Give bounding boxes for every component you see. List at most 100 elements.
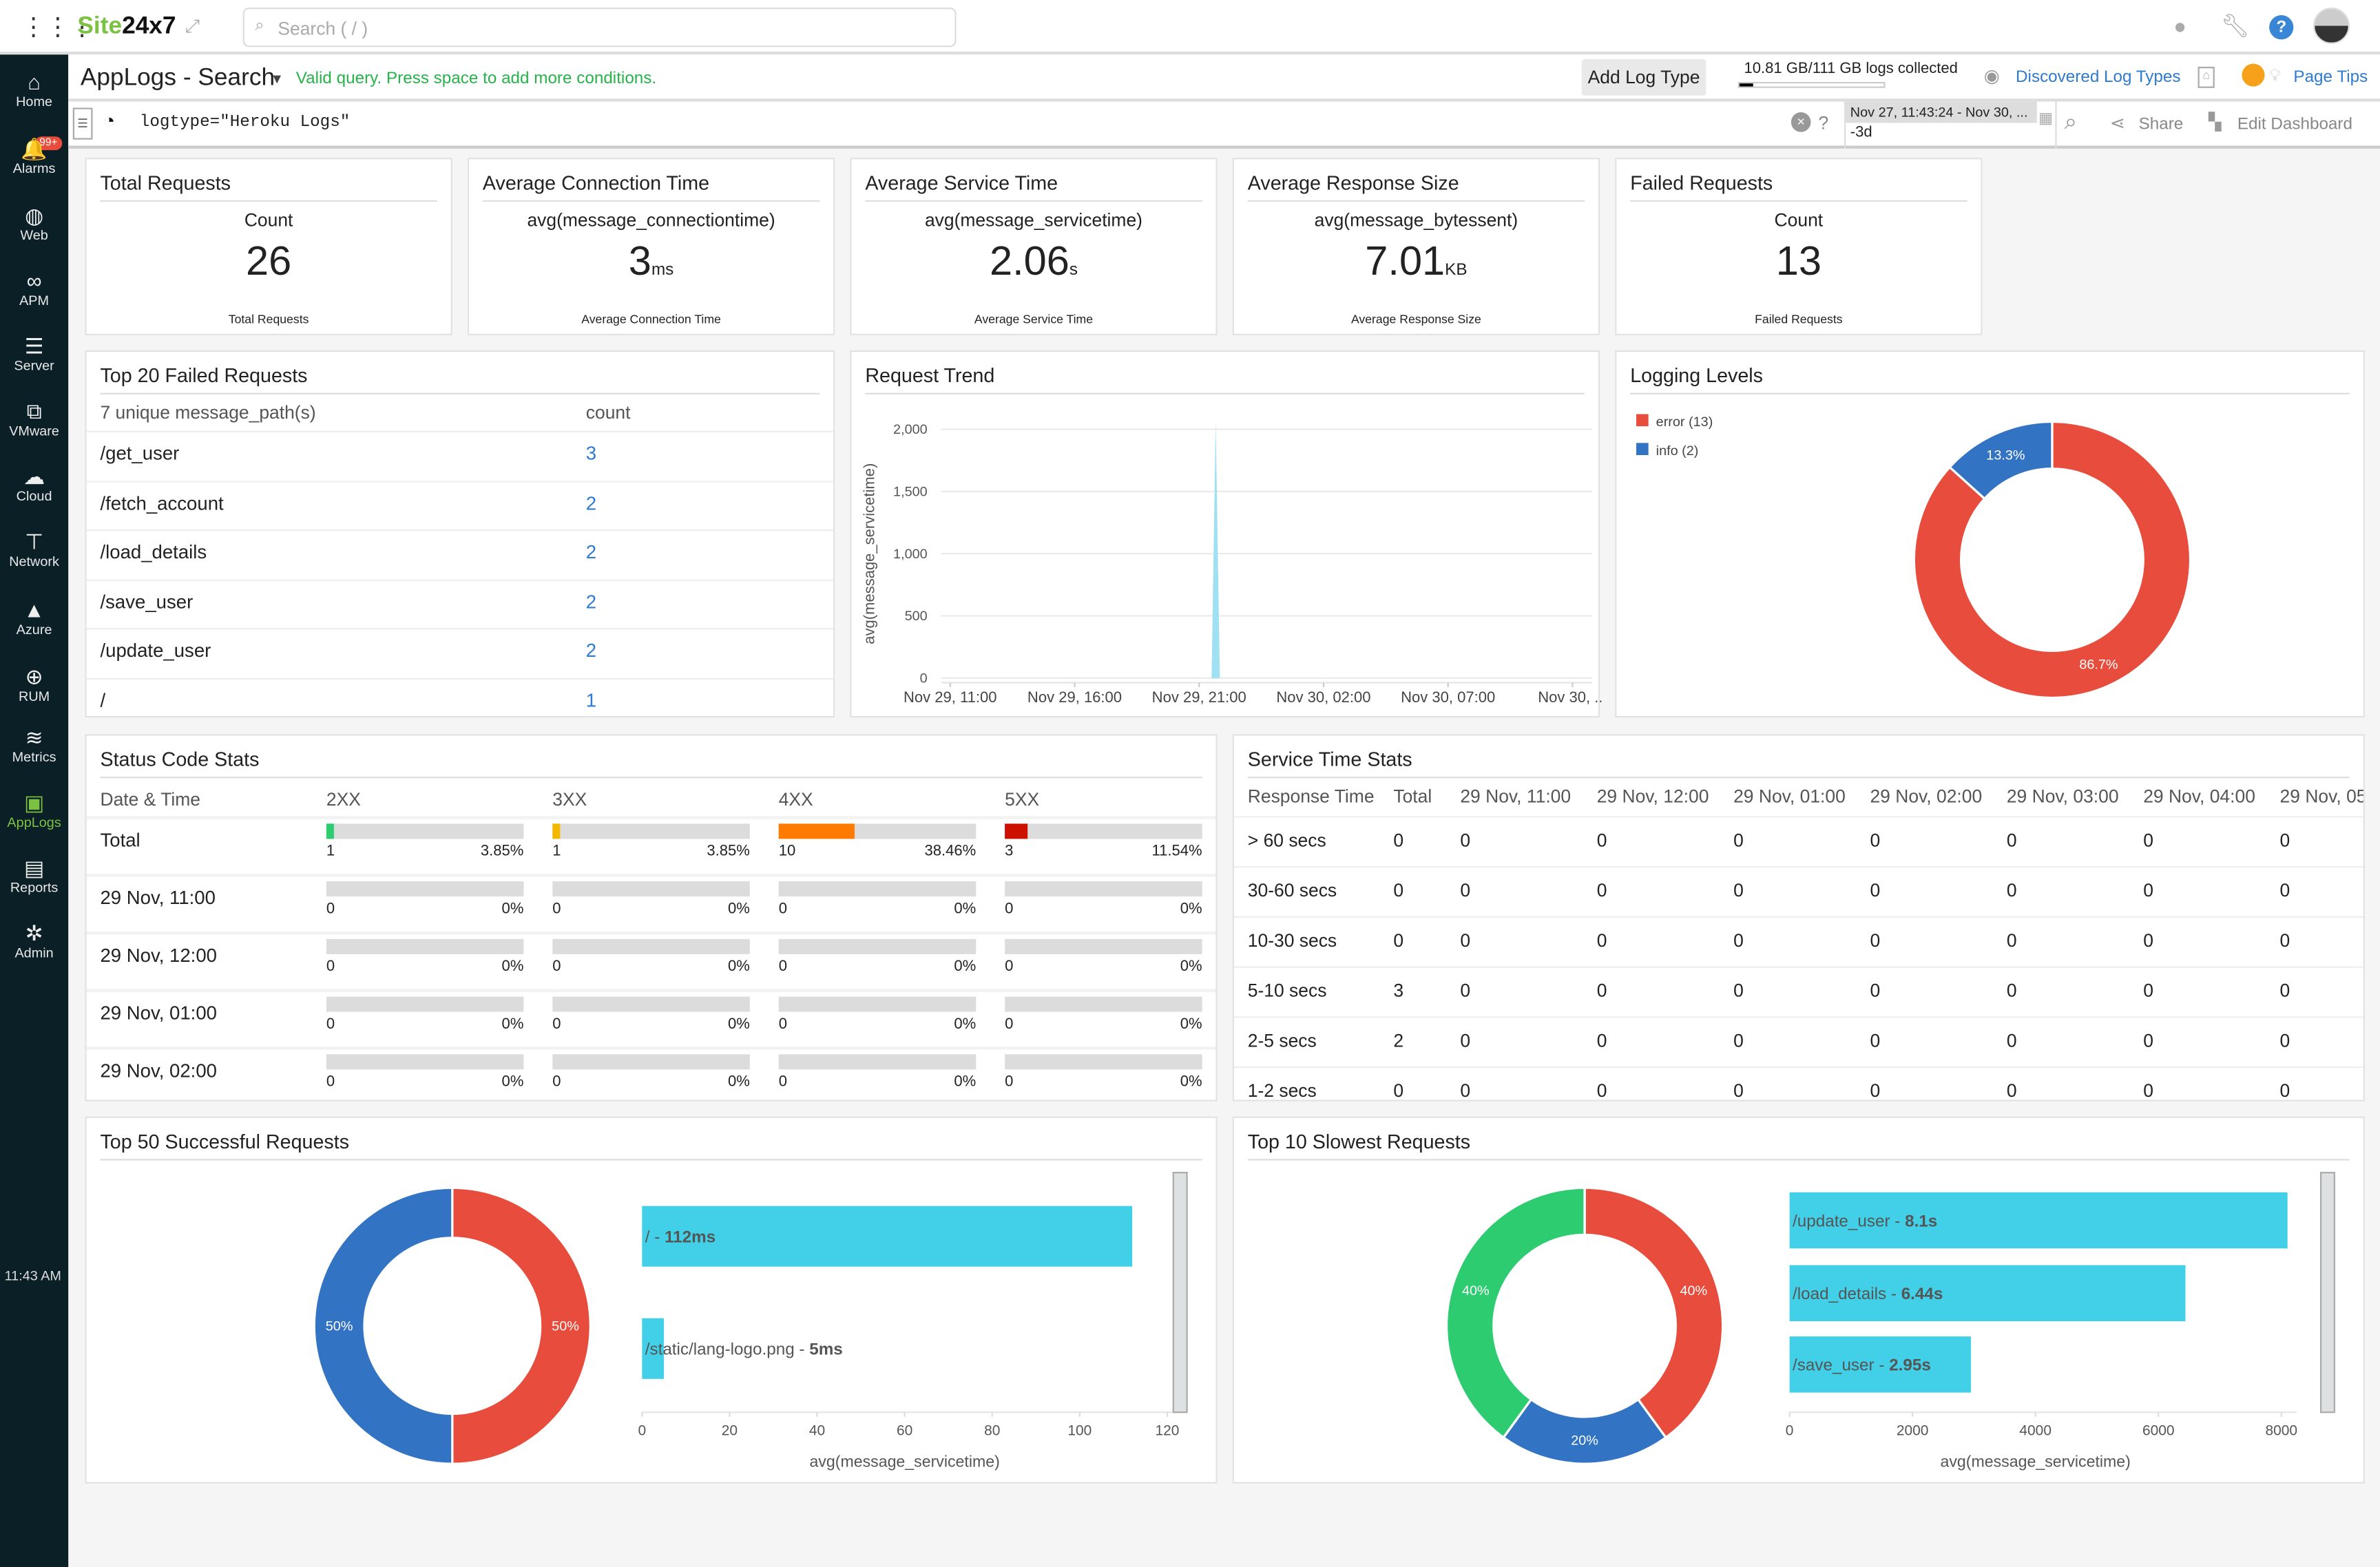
pie-slice[interactable] bbox=[1501, 1398, 1668, 1465]
column-header: 29 Nov, 05: bbox=[2279, 786, 2365, 808]
discovered-log-types-link[interactable]: Discovered Log Types bbox=[2016, 68, 2180, 86]
tick-label: 2,000 bbox=[893, 422, 928, 437]
sidebar-item-alarms[interactable]: 🔔 Alarms bbox=[0, 137, 68, 176]
home-page-icon[interactable]: ⌂ bbox=[2198, 66, 2215, 88]
pie-slice[interactable] bbox=[1583, 1186, 1724, 1440]
service-cell: 0 bbox=[2143, 879, 2153, 901]
status-bar bbox=[326, 938, 524, 954]
service-cell: 0 bbox=[2006, 929, 2017, 951]
column-header: 29 Nov, 02:00 bbox=[1870, 786, 1983, 808]
sidebar-item-cloud[interactable]: ☁ Cloud bbox=[0, 465, 68, 503]
apm-icon: ∞ bbox=[26, 268, 42, 293]
kpi-footer: Total Requests bbox=[228, 312, 309, 326]
tick-label: 6000 bbox=[2142, 1422, 2175, 1438]
kpi-footer: Average Connection Time bbox=[581, 312, 721, 326]
status-percent: 0% bbox=[727, 1016, 750, 1033]
widget-title: Status Code Stats bbox=[100, 748, 260, 771]
sidebar-item-reports[interactable]: ▤ Reports bbox=[0, 856, 68, 895]
add-log-type-button[interactable]: Add Log Type bbox=[1581, 59, 1706, 96]
status-bar bbox=[1005, 881, 1202, 897]
query-list-icon[interactable]: ☰ bbox=[72, 107, 93, 140]
service-cell: 0 bbox=[1460, 929, 1471, 951]
failed-count-link[interactable]: 2 bbox=[586, 591, 596, 612]
query-bar: ☰ ◔ logtype="Heroku Logs" × ? Nov 27, 11… bbox=[68, 101, 2380, 149]
vmware-icon: ⧉ bbox=[26, 399, 42, 423]
search-icon[interactable]: ⌕ bbox=[2065, 109, 2078, 135]
service-cell: 3 bbox=[1393, 980, 1404, 1002]
service-cell: 0 bbox=[1733, 1030, 1744, 1051]
legend-swatch bbox=[1636, 414, 1649, 427]
help-icon[interactable]: ? bbox=[2269, 15, 2294, 40]
service-cell: 0 bbox=[2006, 879, 2017, 901]
sidebar-item-azure[interactable]: ▲ Azure bbox=[0, 598, 68, 637]
bar-label: /load_details - 6.44s bbox=[1793, 1285, 1943, 1303]
search-icon: ⌕ bbox=[255, 17, 264, 35]
service-cell: 0 bbox=[1596, 879, 1607, 901]
service-cell: 0 bbox=[2006, 1030, 2017, 1051]
status-percent: 0% bbox=[727, 958, 750, 976]
tour-icon[interactable] bbox=[2242, 63, 2265, 87]
sidebar-item-applogs[interactable]: ▣ AppLogs bbox=[0, 791, 68, 830]
service-cell: 0 bbox=[2143, 980, 2153, 1002]
logo[interactable]: Site24x7 bbox=[77, 14, 176, 41]
sidebar-item-label: Web bbox=[20, 227, 48, 243]
status-percent: 0% bbox=[1180, 958, 1202, 976]
failed-count-link[interactable]: 2 bbox=[586, 492, 596, 514]
sidebar: 99+ 11:43 AM ⌂ Home 🔔 Alarms ◍ Web ∞ APM ☰ Server… bbox=[0, 54, 69, 1567]
kpi-footer: Average Service Time bbox=[974, 312, 1094, 326]
share-button[interactable]: Share bbox=[2139, 115, 2184, 133]
wrench-icon[interactable]: 🔧︎ bbox=[2221, 12, 2250, 39]
scrollbar[interactable] bbox=[2319, 1172, 2336, 1413]
query-input[interactable]: logtype="Heroku Logs" bbox=[140, 114, 351, 132]
sidebar-item-network[interactable]: ⊤ Network bbox=[0, 530, 68, 569]
sidebar-item-server[interactable]: ☰ Server bbox=[0, 335, 68, 373]
title-dropdown-icon[interactable]: ▼ bbox=[270, 72, 284, 87]
failed-path: /save_user bbox=[100, 591, 194, 613]
date-range-picker[interactable]: Nov 27, 11:43:24 - Nov 30, ... -3d ▦ bbox=[1844, 101, 2057, 149]
trend-area[interactable] bbox=[950, 421, 1573, 678]
tick-label: Nov 29, 21:00 bbox=[1152, 688, 1246, 706]
failed-count-link[interactable]: 1 bbox=[586, 689, 596, 711]
global-search-input[interactable]: ⌕ Search ( / ) bbox=[242, 8, 957, 48]
edit-dashboard-icon[interactable]: ▚ bbox=[2209, 112, 2222, 132]
service-cell: 0 bbox=[2279, 1080, 2290, 1102]
status-row-label: 29 Nov, 11:00 bbox=[100, 887, 216, 909]
expand-icon[interactable]: ⤢ bbox=[185, 15, 200, 38]
status-bar bbox=[326, 881, 524, 897]
sidebar-item-apm[interactable]: ∞ APM bbox=[0, 268, 68, 308]
scrollbar[interactable] bbox=[1172, 1172, 1188, 1413]
sidebar-item-admin[interactable]: ✲ Admin bbox=[0, 922, 68, 960]
sidebar-item-web[interactable]: ◍ Web bbox=[0, 204, 68, 242]
sidebar-item-rum[interactable]: ⊕ RUM bbox=[0, 665, 68, 704]
status-percent: 0% bbox=[1180, 901, 1202, 918]
user-avatar[interactable] bbox=[2313, 8, 2350, 44]
edit-dashboard-button[interactable]: Edit Dashboard bbox=[2237, 115, 2352, 133]
page-title[interactable]: AppLogs - Search bbox=[81, 65, 275, 93]
pie-slice[interactable] bbox=[1445, 1186, 1586, 1440]
sidebar-item-vmware[interactable]: ⧉ VMware bbox=[0, 399, 68, 439]
query-valid-message: Valid query. Press space to add more con… bbox=[295, 70, 657, 88]
query-help-icon[interactable]: ? bbox=[1819, 112, 1829, 134]
status-count: 3 bbox=[1005, 843, 1014, 861]
notification-icon[interactable]: ● bbox=[2173, 14, 2186, 38]
page-tips-link[interactable]: Page Tips bbox=[2293, 68, 2368, 86]
share-icon[interactable]: ⋖ bbox=[2110, 112, 2125, 134]
failed-count-link[interactable]: 3 bbox=[586, 443, 596, 464]
failed-count-link[interactable]: 2 bbox=[586, 640, 596, 662]
query-builder-icon[interactable]: ◔ bbox=[103, 109, 115, 132]
page-header: AppLogs - Search ▼ Valid query. Press sp… bbox=[68, 54, 2380, 102]
clear-query-icon[interactable]: × bbox=[1791, 112, 1811, 132]
service-cell: 0 bbox=[1596, 1080, 1607, 1102]
sidebar-item-home[interactable]: ⌂ Home bbox=[0, 70, 68, 109]
status-bar-fill bbox=[552, 823, 561, 839]
kpi-widget: Total Requests Count 26 Total Requests bbox=[85, 158, 452, 335]
failed-count-link[interactable]: 2 bbox=[586, 542, 596, 563]
kpi-unit: ms bbox=[651, 260, 674, 280]
status-count: 0 bbox=[552, 1073, 561, 1091]
top-successful-requests-widget: Top 50 Successful Requests 50% 50% 0 20 40 60… bbox=[85, 1116, 1218, 1484]
sidebar-item-metrics[interactable]: ≋ Metrics bbox=[0, 726, 68, 764]
service-cell: 0 bbox=[2143, 929, 2153, 951]
tick-label: 8000 bbox=[2265, 1422, 2297, 1438]
service-cell: 0 bbox=[1460, 1080, 1471, 1102]
status-count: 0 bbox=[778, 958, 787, 976]
